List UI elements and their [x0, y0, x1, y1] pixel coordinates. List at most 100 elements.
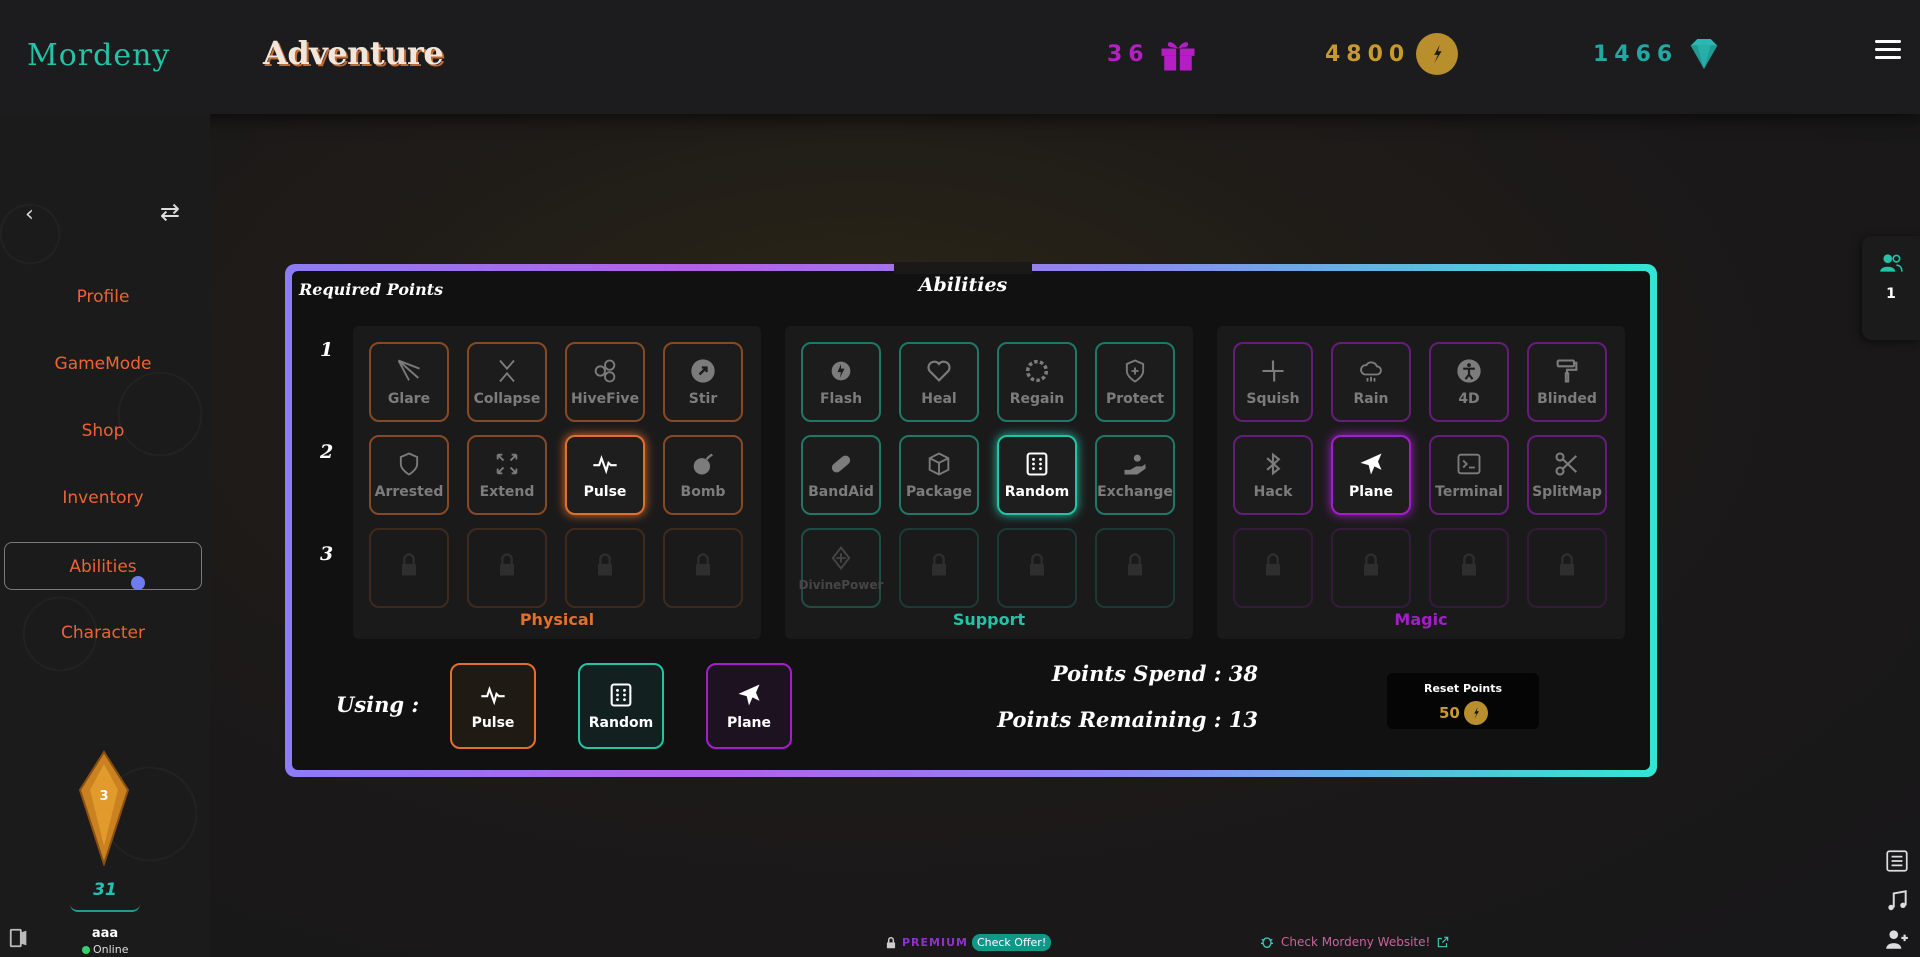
level-badge: 3 — [78, 750, 130, 866]
using-slot-label: Plane — [727, 715, 771, 731]
online-dot — [82, 945, 90, 954]
points-remaining: Points Remaining : 13 — [997, 707, 1258, 732]
abilities-panel-inner: Abilities Required Points 1 2 3 Glare Co… — [292, 262, 1650, 770]
ability-hivefive[interactable]: HiveFive — [565, 342, 645, 422]
sidebar-item-abilities[interactable]: Abilities — [4, 542, 202, 590]
coin-counter[interactable]: 4800 — [1325, 33, 1459, 75]
active-indicator-dot — [131, 576, 145, 590]
sidebar: ‹ ⇄ Profile GameMode Shop Inventory Abil… — [0, 114, 210, 957]
online-status: Online — [82, 943, 128, 956]
ability-label: Regain — [1009, 391, 1065, 407]
dice-icon — [1026, 452, 1048, 476]
ability-package[interactable]: Package — [899, 435, 979, 515]
row-number-3: 3 — [320, 543, 334, 565]
ability-divinepower[interactable]: DivinePower — [798, 528, 884, 608]
physical-group: Glare Collapse HiveFive Stir Arrested Ex… — [353, 326, 761, 639]
gem-count: 1466 — [1593, 41, 1679, 67]
ability-label: Hack — [1253, 484, 1293, 500]
cross-icon — [831, 545, 851, 571]
add-user-icon[interactable] — [1884, 926, 1910, 952]
page-title: Adventure — [263, 34, 444, 72]
required-points-label: Required Points — [299, 280, 444, 299]
ability-flash[interactable]: Flash — [801, 342, 881, 422]
reset-points-label: Reset Points — [1423, 682, 1503, 695]
ability-heal[interactable]: Heal — [899, 342, 979, 422]
sidebar-item-gamemode[interactable]: GameMode — [4, 340, 202, 388]
website-link[interactable]: Check Mordeny Website! — [1259, 934, 1450, 950]
lock-icon — [402, 553, 416, 576]
ability-label: 4D — [1458, 391, 1480, 407]
sidebar-item-shop[interactable]: Shop — [4, 407, 202, 455]
plane-icon — [738, 684, 760, 706]
using-slot-pulse[interactable]: Pulse — [450, 663, 536, 749]
ability-label: Bomb — [680, 484, 726, 500]
bomb-icon — [693, 453, 713, 475]
check-offer-button[interactable]: Check Offer! — [971, 934, 1052, 951]
swap-icon[interactable]: ⇄ — [160, 198, 180, 226]
ability-label: Blinded — [1537, 391, 1597, 407]
ability-label: DivinePower — [798, 578, 884, 592]
abilities-panel: Abilities Required Points 1 2 3 Glare Co… — [285, 262, 1657, 777]
ability-locked — [1233, 528, 1313, 608]
ability-extend[interactable]: Extend — [467, 435, 547, 515]
level-number: 3 — [99, 789, 108, 804]
reset-points-button[interactable]: Reset Points 50 — [1387, 673, 1539, 729]
ability-collapse[interactable]: Collapse — [467, 342, 547, 422]
ability-plane[interactable]: Plane — [1331, 435, 1411, 515]
using-slot-random[interactable]: Random — [578, 663, 664, 749]
ability-exchange[interactable]: Exchange — [1095, 435, 1175, 515]
using-slot-plane[interactable]: Plane — [706, 663, 792, 749]
ability-label: Package — [906, 484, 972, 500]
compass-icon — [691, 359, 715, 383]
ability-locked — [663, 528, 743, 608]
ability-glare[interactable]: Glare — [369, 342, 449, 422]
ability-locked — [1331, 528, 1411, 608]
brand-logo[interactable]: Mordeny — [27, 38, 170, 73]
paint-roller-icon — [1556, 359, 1578, 383]
ability-4d[interactable]: 4D — [1429, 342, 1509, 422]
ability-label: Arrested — [374, 484, 444, 500]
friends-tab[interactable]: 1 — [1862, 236, 1920, 340]
top-bar: Mordeny Adventure 36 4800 1466 — [0, 0, 1920, 114]
chevron-left-icon[interactable]: ‹ — [25, 202, 34, 227]
premium-banner[interactable]: PREMIUM Check Offer! — [884, 934, 1052, 951]
logout-icon[interactable] — [8, 926, 30, 950]
sidebar-item-inventory[interactable]: Inventory — [4, 474, 202, 522]
sidebar-item-profile[interactable]: Profile — [4, 273, 202, 321]
ability-protect[interactable]: Protect — [1095, 342, 1175, 422]
lock-icon — [1030, 553, 1044, 576]
ability-blinded[interactable]: Blinded — [1527, 342, 1607, 422]
ability-label: Rain — [1353, 391, 1389, 407]
badge-icon — [399, 452, 419, 476]
ability-bandaid[interactable]: BandAid — [801, 435, 881, 515]
ability-random[interactable]: Random — [997, 435, 1077, 515]
premium-label: PREMIUM — [902, 936, 968, 949]
gift-count: 36 — [1107, 41, 1150, 67]
ability-splitmap[interactable]: SplitMap — [1527, 435, 1607, 515]
lightning-coin-icon — [1463, 701, 1488, 725]
music-icon[interactable] — [1884, 888, 1910, 914]
ability-pulse[interactable]: Pulse — [565, 435, 645, 515]
using-slot-label: Pulse — [471, 715, 515, 731]
ability-stir[interactable]: Stir — [663, 342, 743, 422]
ability-bomb[interactable]: Bomb — [663, 435, 743, 515]
gem-counter[interactable]: 1466 — [1593, 34, 1724, 74]
gift-counter[interactable]: 36 — [1107, 34, 1200, 74]
ability-regain[interactable]: Regain — [997, 342, 1077, 422]
ability-arrested[interactable]: Arrested — [369, 435, 449, 515]
ability-terminal[interactable]: Terminal — [1429, 435, 1509, 515]
ability-squish[interactable]: Squish — [1233, 342, 1313, 422]
list-icon[interactable] — [1884, 848, 1910, 874]
loading-icon — [1025, 359, 1049, 383]
lock-icon — [696, 553, 710, 576]
bandaid-icon — [831, 455, 851, 473]
sidebar-item-character[interactable]: Character — [4, 609, 202, 657]
lock-icon — [1462, 553, 1476, 576]
lock-icon — [1266, 553, 1280, 576]
panel-title: Abilities — [918, 274, 1008, 296]
lock-icon — [1128, 553, 1142, 576]
ability-hack[interactable]: Hack — [1233, 435, 1313, 515]
menu-icon[interactable] — [1875, 40, 1901, 60]
shield-icon — [1125, 359, 1145, 383]
ability-rain[interactable]: Rain — [1331, 342, 1411, 422]
